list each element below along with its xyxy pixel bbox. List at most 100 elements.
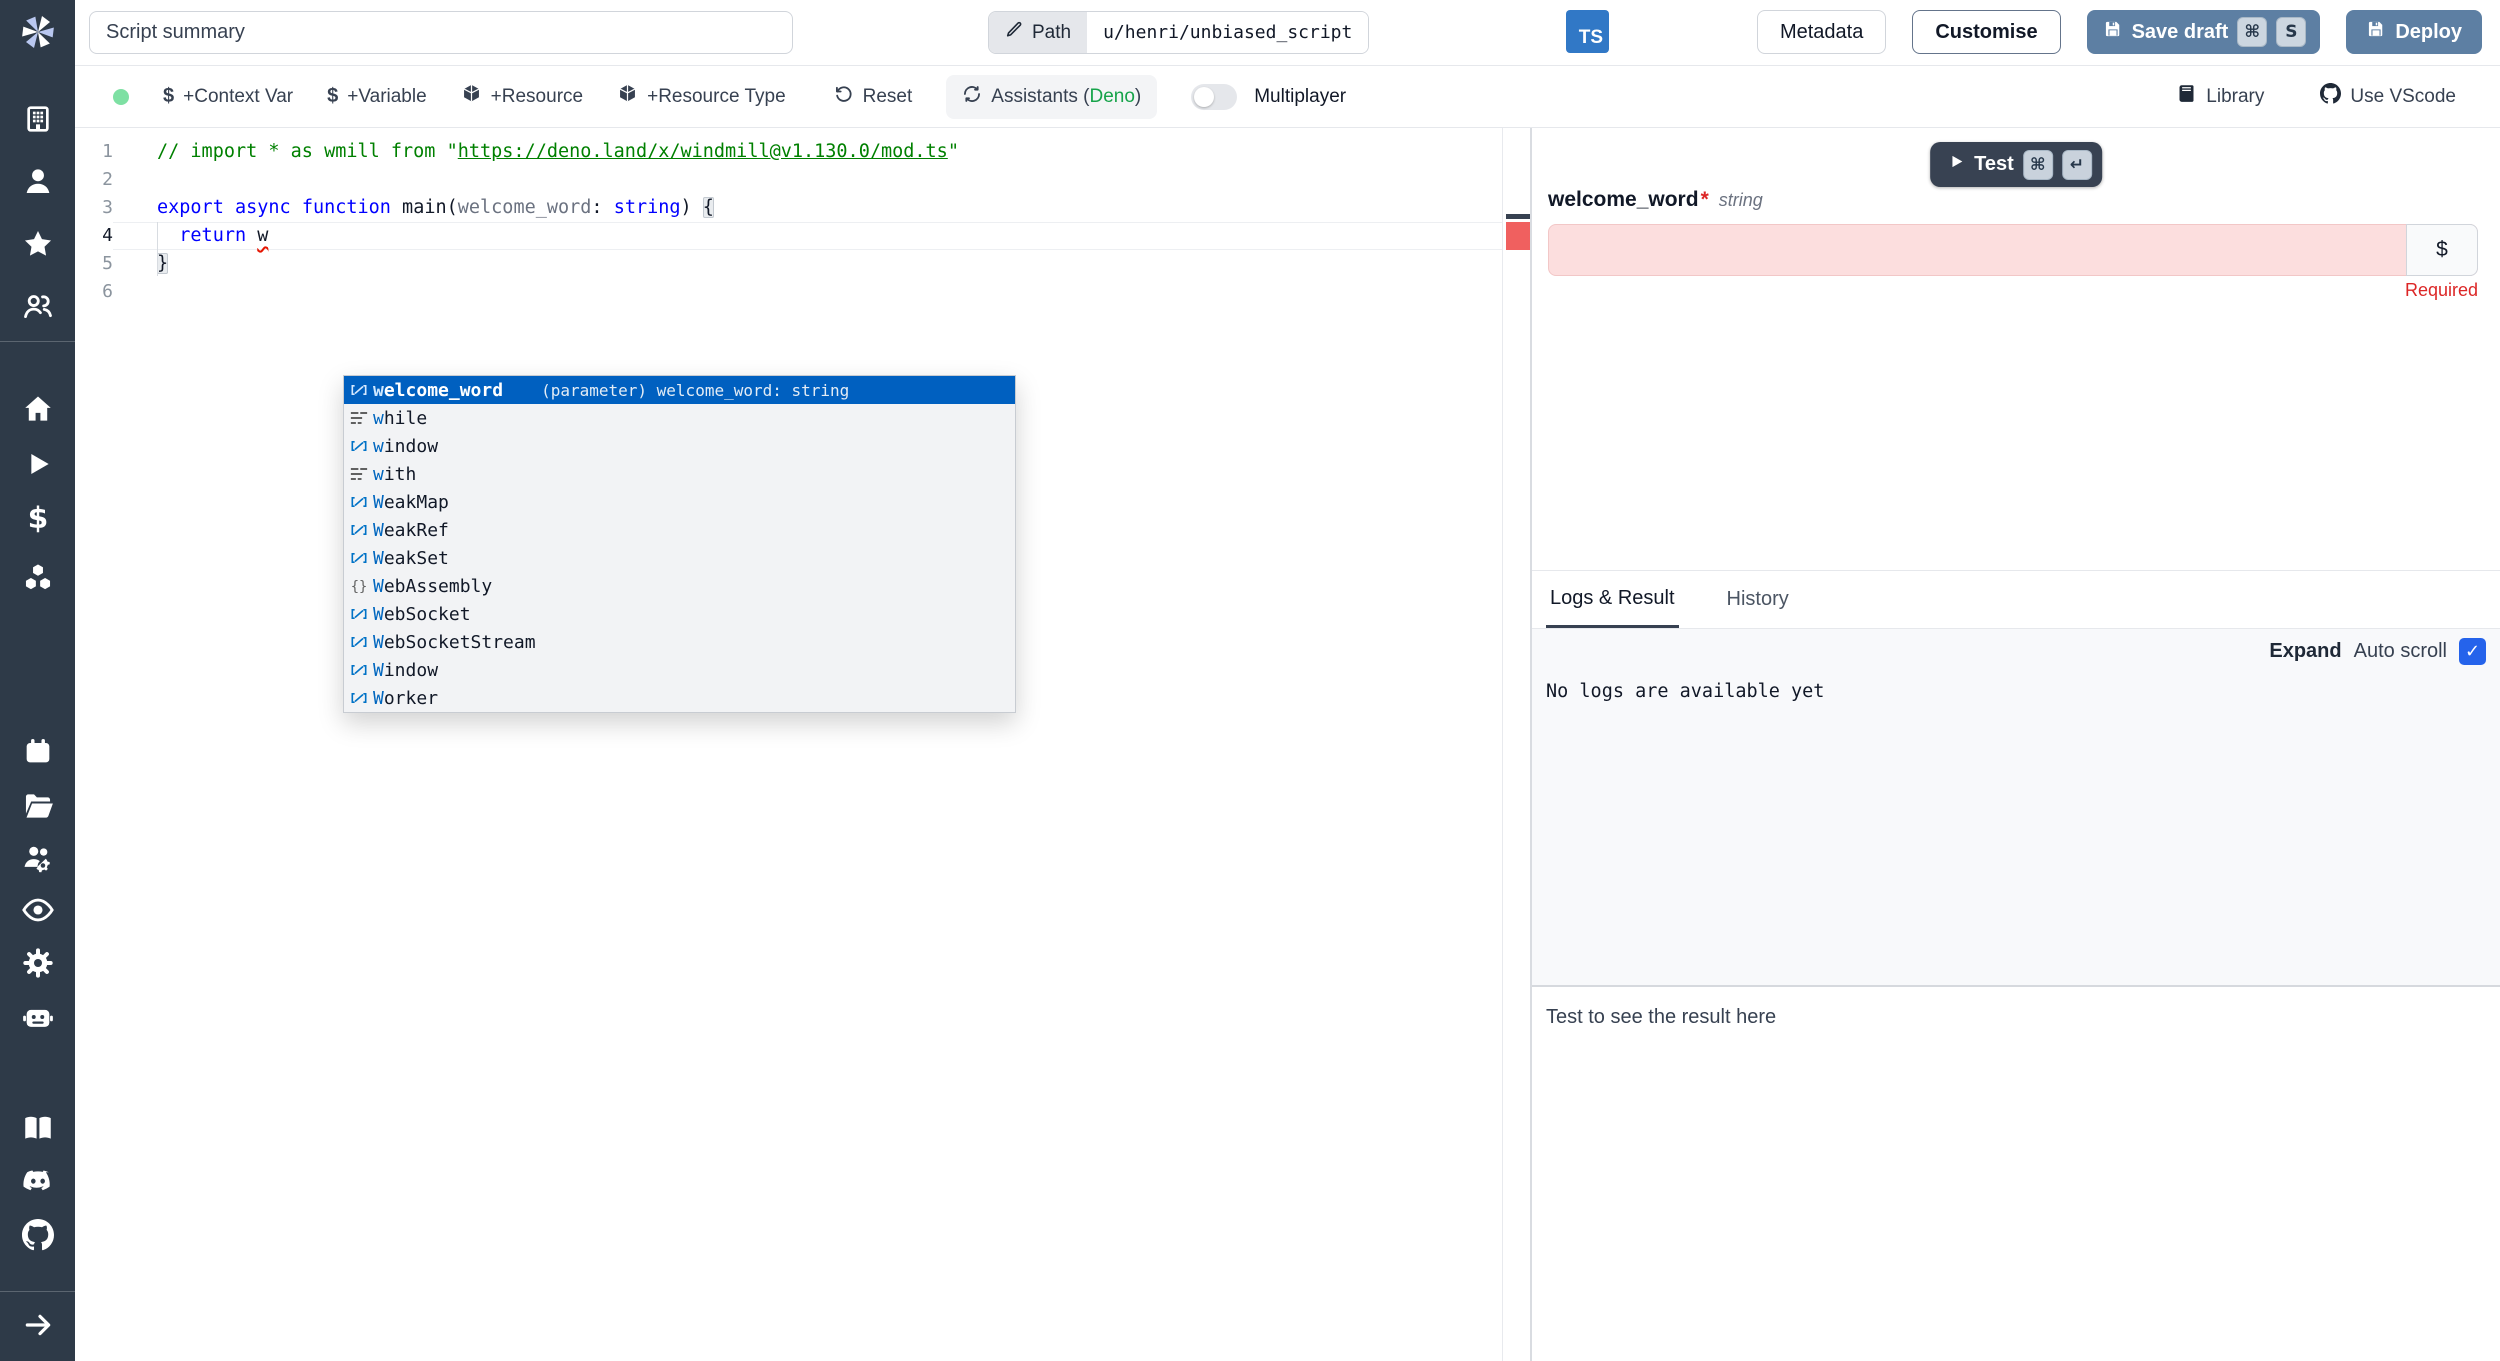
edit-path-button[interactable]: Path (989, 12, 1087, 53)
save-draft-button[interactable]: Save draft ⌘ S (2087, 10, 2321, 54)
sidebar-item-folder-open[interactable] (0, 787, 75, 827)
script-path[interactable]: u/henri/unbiased_script (1087, 12, 1368, 53)
add-resource-type-button[interactable]: +Resource Type (617, 83, 786, 110)
no-logs-message: No logs are available yet (1546, 681, 1824, 702)
expand-button[interactable]: Expand (2269, 640, 2341, 663)
suggest-item[interactable]: while (344, 404, 1015, 432)
multiplayer-control: Multiplayer (1191, 84, 1346, 110)
suggest-label: Window (373, 660, 438, 681)
sidebar-item-play[interactable] (0, 446, 75, 486)
sidebar-item-user[interactable] (0, 163, 75, 203)
sidebar-item-building[interactable] (0, 101, 75, 141)
suggest-item[interactable]: Worker (344, 684, 1015, 712)
deploy-button[interactable]: Deploy (2346, 10, 2482, 54)
pencil-icon (1005, 20, 1024, 45)
sidebar-item-book[interactable] (0, 1110, 75, 1150)
overview-ruler-border (1502, 128, 1503, 1361)
keyword-symbol-icon (349, 464, 373, 484)
variable-symbol-icon (349, 604, 373, 624)
suggest-label: WebAssembly (373, 576, 492, 597)
test-button[interactable]: Test ⌘ ↵ (1930, 142, 2102, 187)
assistants-button[interactable]: Assistants (Deno) (946, 75, 1157, 119)
windmill-logo-icon[interactable] (14, 8, 62, 56)
insert-variable-button[interactable]: $ (2406, 224, 2478, 276)
suggest-item[interactable]: {}WebAssembly (344, 572, 1015, 600)
variable-symbol-icon (349, 520, 373, 540)
suggest-item[interactable]: welcome_word(parameter) welcome_word: st… (344, 376, 1015, 404)
sidebar-item-dollar[interactable]: $ (0, 501, 75, 541)
overview-cursor-marker (1506, 214, 1530, 219)
run-panel: Test ⌘ ↵ welcome_word* string $ Required… (1532, 128, 2500, 1361)
suggest-item[interactable]: WeakMap (344, 488, 1015, 516)
add-resource-button[interactable]: +Resource (461, 83, 583, 110)
sidebar-item-eye[interactable] (0, 892, 75, 932)
argument-type: string (1719, 190, 1763, 211)
customise-button[interactable]: Customise (1912, 10, 2060, 54)
deno-label: Deno (1089, 86, 1134, 107)
code-line-5[interactable]: } (157, 250, 168, 278)
building-icon (22, 103, 54, 140)
sidebar-item-users-gear[interactable] (0, 839, 75, 879)
use-vscode-button[interactable]: Use VScode (2320, 83, 2456, 110)
variable-symbol-icon (349, 492, 373, 512)
sidebar: $ (0, 0, 75, 1361)
keyword-symbol-icon (349, 408, 373, 428)
result-tabs: Logs & Result History (1532, 571, 2500, 629)
result-placeholder: Test to see the result here (1546, 1006, 1776, 1029)
variable-symbol-icon (349, 688, 373, 708)
sidebar-item-robot[interactable] (0, 999, 75, 1039)
add-variable-button[interactable]: $ +Variable (327, 85, 427, 108)
suggest-item[interactable]: WebSocketStream (344, 628, 1015, 656)
sidebar-item-users[interactable] (0, 288, 75, 328)
sidebar-item-gear[interactable] (0, 945, 75, 985)
kbd-s: S (2276, 17, 2306, 47)
variable-symbol-icon (349, 436, 373, 456)
code-line-3[interactable]: export async function main(welcome_word:… (157, 194, 714, 222)
sidebar-item-discord[interactable] (0, 1163, 75, 1203)
overview-error-marker (1506, 222, 1530, 250)
reset-button[interactable]: Reset (834, 84, 913, 110)
sidebar-item-github[interactable] (0, 1217, 75, 1257)
github-icon (2320, 83, 2341, 110)
suggest-item[interactable]: WeakSet (344, 544, 1015, 572)
argument-label: welcome_word* string (1548, 188, 1763, 212)
boxes-icon (21, 560, 55, 599)
add-context-var-button[interactable]: $ +Context Var (163, 85, 293, 108)
typescript-badge: TS (1566, 10, 1609, 53)
kbd-cmd: ⌘ (2023, 150, 2053, 180)
kbd-enter: ↵ (2062, 150, 2092, 180)
suggest-item[interactable]: WebSocket (344, 600, 1015, 628)
suggest-item[interactable]: Window (344, 656, 1015, 684)
suggest-item[interactable]: window (344, 432, 1015, 460)
metadata-button[interactable]: Metadata (1757, 10, 1886, 54)
code-line-4[interactable]: return w (157, 222, 268, 250)
path-label-text: Path (1032, 22, 1071, 44)
sidebar-item-arrow-right[interactable] (0, 1307, 75, 1347)
sidebar-item-home[interactable] (0, 391, 75, 431)
tab-logs-result[interactable]: Logs & Result (1546, 571, 1679, 628)
script-summary-input[interactable] (89, 11, 793, 54)
sidebar-item-calendar[interactable] (0, 733, 75, 773)
argument-input[interactable] (1548, 224, 2478, 276)
arrow-right-icon (22, 1309, 54, 1346)
sidebar-item-boxes[interactable] (0, 559, 75, 599)
status-dot (113, 89, 129, 105)
code-editor[interactable]: 123456 // import * as wmill from "https:… (75, 128, 1530, 1361)
gear-icon (22, 947, 54, 984)
sync-icon (962, 84, 982, 110)
sidebar-item-star[interactable] (0, 226, 75, 266)
library-button[interactable]: Library (2176, 83, 2264, 110)
save-icon (2366, 19, 2386, 45)
tab-history[interactable]: History (1723, 571, 1793, 628)
robot-icon (21, 1000, 55, 1039)
current-line-top (113, 222, 1502, 223)
variable-symbol-icon (349, 380, 373, 400)
suggest-item[interactable]: with (344, 460, 1015, 488)
autoscroll-checkbox[interactable]: ✓ (2459, 638, 2486, 665)
multiplayer-toggle[interactable] (1191, 84, 1237, 110)
suggest-item[interactable]: WeakRef (344, 516, 1015, 544)
multiplayer-label: Multiplayer (1254, 86, 1346, 108)
path-group: Path u/henri/unbiased_script (988, 11, 1369, 54)
code-line-1[interactable]: // import * as wmill from "https://deno.… (157, 138, 959, 166)
calendar-icon (22, 735, 54, 772)
